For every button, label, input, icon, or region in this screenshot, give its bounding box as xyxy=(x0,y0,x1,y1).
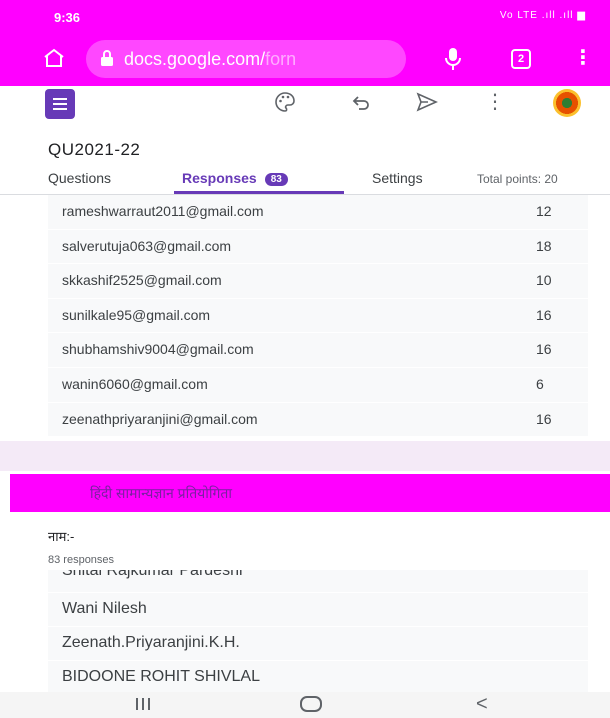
table-row: zeenathpriyaranjini@gmail.com 16 xyxy=(48,402,588,438)
score-cell: 12 xyxy=(536,203,552,219)
answer-list: Shital Rajkumar Pardeshi Wani Nilesh Zee… xyxy=(48,570,588,692)
back-icon[interactable]: < xyxy=(476,692,488,716)
send-icon[interactable] xyxy=(414,89,440,115)
tab-questions[interactable]: Questions xyxy=(48,170,111,186)
email-cell: zeenathpriyaranjini@gmail.com xyxy=(62,410,258,427)
email-cell: wanin6060@gmail.com xyxy=(62,375,208,392)
home-button[interactable] xyxy=(40,44,68,72)
email-cell: skkashif2525@gmail.com xyxy=(62,272,222,289)
tab-responses-label: Responses xyxy=(182,170,257,186)
email-cell: rameshwarraut2011@gmail.com xyxy=(62,203,264,219)
lock-icon xyxy=(101,50,113,66)
microphone-icon[interactable] xyxy=(443,46,463,72)
status-indicators: Vo LTE .ıll .ıll ▆ xyxy=(499,10,586,21)
email-score-list: rameshwarraut2011@gmail.com 12 salverutuj… xyxy=(48,195,588,438)
palette-icon[interactable] xyxy=(272,89,298,115)
url-text: docs.google.com/forn xyxy=(124,49,296,70)
table-row: salverutuja063@gmail.com 18 xyxy=(48,229,588,265)
score-cell: 6 xyxy=(536,375,544,392)
address-bar[interactable]: docs.google.com/forn xyxy=(86,40,406,78)
list-item: BIDOONE ROHIT SHIVLAL xyxy=(48,661,588,692)
url-main: docs.google.com/ xyxy=(124,49,266,69)
responses-count-badge: 83 xyxy=(264,173,288,186)
table-row: rameshwarraut2011@gmail.com 12 xyxy=(48,195,588,230)
list-item: Zeenath.Priyaranjini.K.H. xyxy=(48,627,588,661)
question-title: नाम:- xyxy=(48,529,75,544)
undo-icon[interactable] xyxy=(348,89,374,115)
answer-text: BIDOONE ROHIT SHIVLAL xyxy=(62,668,260,685)
more-vert-icon[interactable]: ⋮ xyxy=(482,89,508,115)
status-time: 9:36 xyxy=(54,10,81,25)
total-points: Total points: 20 xyxy=(477,172,558,186)
responses-count: 83 responses xyxy=(48,554,115,566)
answer-text: Zeenath.Priyaranjini.K.H. xyxy=(62,634,240,651)
forms-logo-icon[interactable] xyxy=(45,89,75,119)
list-item: Wani Nilesh xyxy=(48,593,588,627)
section-header: हिंदी सामान्यज्ञान प्रतियोगिता xyxy=(10,474,610,512)
tab-responses[interactable]: Responses 83 xyxy=(182,170,288,186)
home-nav-icon[interactable] xyxy=(300,696,322,712)
answer-text: Shital Rajkumar Pardeshi xyxy=(62,570,243,579)
home-icon xyxy=(44,48,64,67)
section-title: हिंदी सामान्यज्ञान प्रतियोगिता xyxy=(90,485,233,501)
email-cell: sunilkale95@gmail.com xyxy=(62,306,211,323)
score-cell: 16 xyxy=(536,341,552,358)
form-title: QU2021-22 xyxy=(48,140,141,159)
email-cell: salverutuja063@gmail.com xyxy=(62,237,232,254)
system-nav-bar: < xyxy=(0,692,610,718)
score-cell: 16 xyxy=(536,306,552,323)
avatar[interactable] xyxy=(553,89,581,117)
email-cell: shubhamshiv9004@gmail.com xyxy=(62,341,254,358)
browser-menu-icon[interactable]: ⋮ xyxy=(573,47,593,71)
section-spacer xyxy=(0,441,610,471)
list-item: Shital Rajkumar Pardeshi xyxy=(48,570,588,593)
recent-apps-icon[interactable] xyxy=(136,698,150,710)
browser-top-bar: 9:36 Vo LTE .ıll .ıll ▆ docs.google.com/… xyxy=(0,0,610,86)
tab-settings[interactable]: Settings xyxy=(372,170,423,186)
answer-text: Wani Nilesh xyxy=(62,600,147,617)
score-cell: 10 xyxy=(536,272,552,289)
table-row: shubhamshiv9004@gmail.com 16 xyxy=(48,333,588,368)
table-row: sunilkale95@gmail.com 16 xyxy=(48,298,588,334)
url-faded: forn xyxy=(265,49,297,69)
tab-switcher-button[interactable]: 2 xyxy=(511,49,531,69)
score-cell: 16 xyxy=(536,410,552,427)
table-row: wanin6060@gmail.com 6 xyxy=(48,367,588,403)
score-cell: 18 xyxy=(536,237,552,254)
table-row: skkashif2525@gmail.com 10 xyxy=(48,264,588,299)
